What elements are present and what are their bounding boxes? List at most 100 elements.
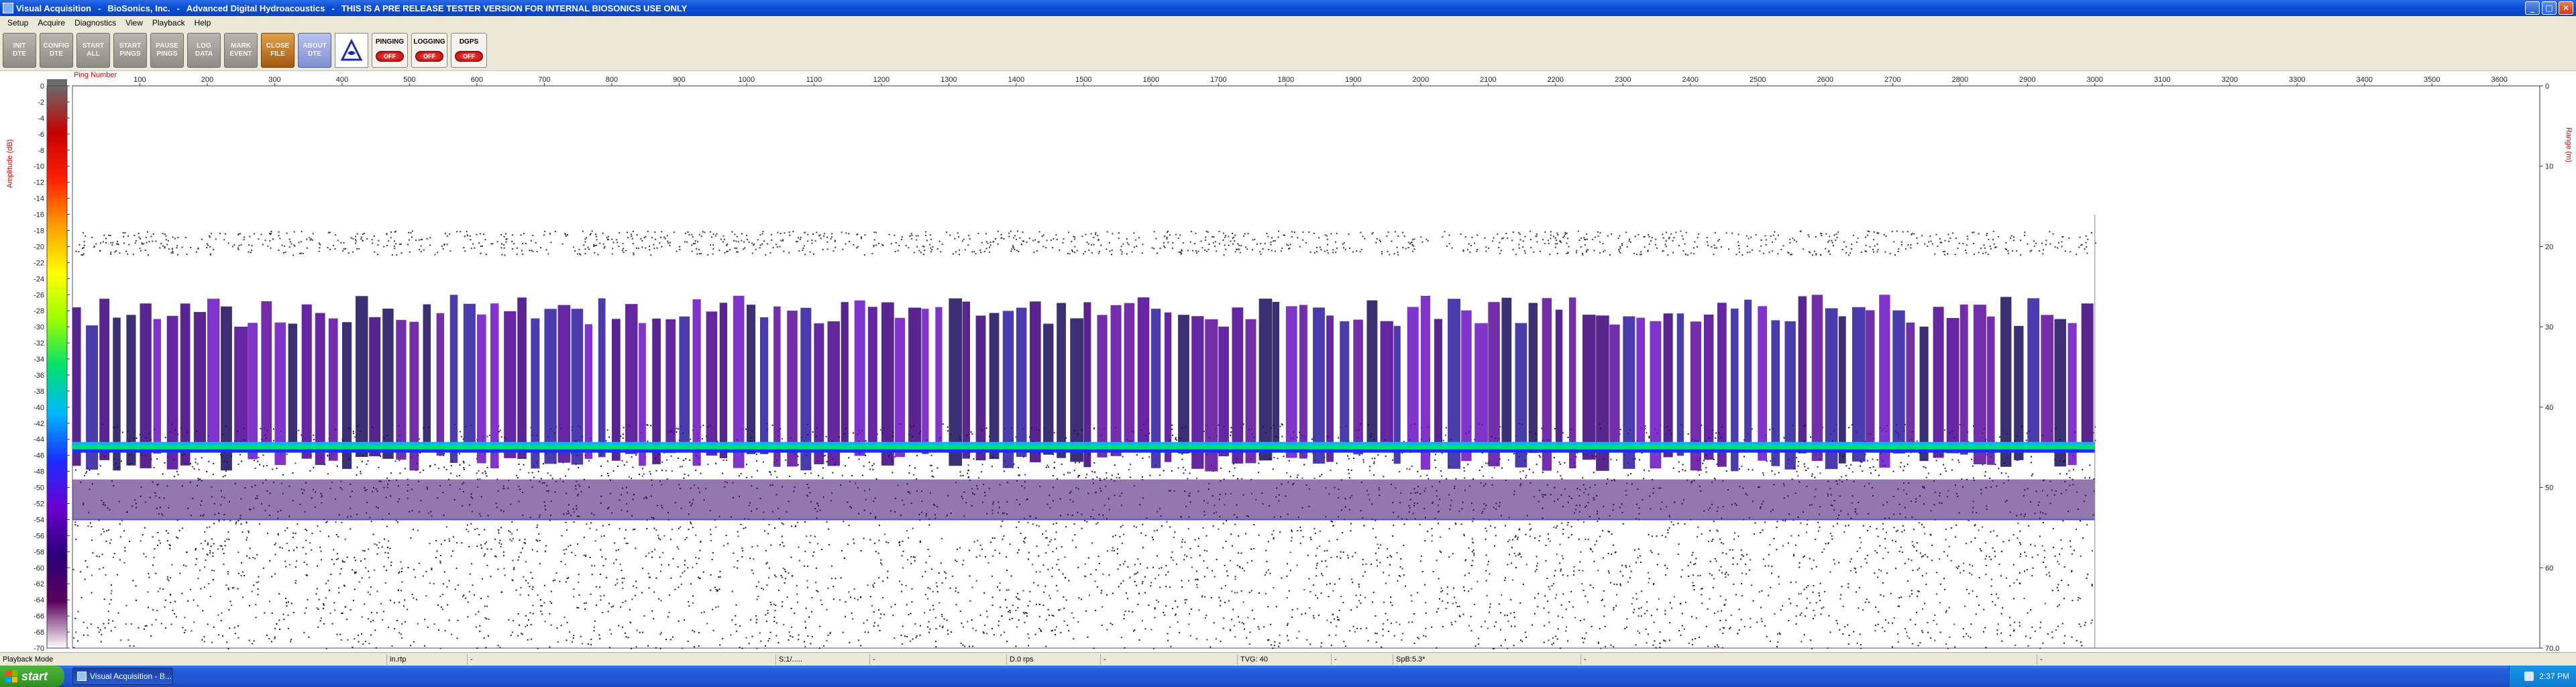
noise-speck	[957, 592, 959, 594]
start-pings-button[interactable]: START PINGS	[113, 32, 147, 68]
noise-speck	[1096, 586, 1098, 588]
noise-speck	[370, 521, 372, 523]
noise-speck	[1513, 552, 1515, 554]
log-data-button[interactable]: LOG DATA	[187, 32, 221, 68]
noise-speck	[287, 601, 289, 603]
noise-speck	[788, 476, 790, 478]
noise-speck	[1815, 566, 1817, 568]
noise-speck	[1701, 602, 1703, 604]
noise-speck	[1057, 559, 1059, 561]
noise-speck	[769, 472, 771, 474]
minimize-button[interactable]: _	[2525, 1, 2540, 15]
noise-speck	[77, 640, 79, 642]
noise-speck	[443, 466, 445, 468]
start-all-button[interactable]: START ALL	[76, 32, 110, 68]
echogram-plot[interactable]	[72, 85, 2540, 649]
noise-speck	[1017, 606, 1019, 609]
noise-speck	[1835, 620, 1837, 622]
noise-speck	[1557, 615, 1559, 617]
noise-speck	[1505, 577, 1507, 579]
noise-speck	[1316, 547, 1318, 549]
noise-speck	[1507, 647, 1509, 649]
menu-playback[interactable]: Playback	[148, 18, 190, 28]
noise-speck	[1762, 474, 1764, 476]
noise-speck	[936, 467, 938, 469]
noise-speck	[688, 605, 690, 607]
noise-speck	[1183, 472, 1185, 474]
noise-speck	[2057, 625, 2059, 627]
mark-event-button[interactable]: MARK EVENT	[224, 32, 258, 68]
maximize-button[interactable]: □	[2542, 1, 2557, 15]
noise-speck	[1842, 605, 1844, 607]
noise-speck	[120, 460, 122, 462]
noise-speck	[1733, 538, 1735, 540]
noise-speck	[1701, 533, 1703, 535]
noise-speck	[1016, 551, 1018, 553]
noise-speck	[1015, 609, 1017, 611]
color-scale-tick-label: -48	[34, 468, 44, 476]
config-dte-button[interactable]: CONFIG DTE	[40, 32, 73, 68]
noise-speck	[1269, 572, 1271, 574]
noise-speck	[1819, 600, 1821, 602]
menu-acquire[interactable]: Acquire	[33, 18, 70, 28]
noise-speck	[1529, 535, 1531, 537]
noise-speck	[1821, 551, 1823, 553]
noise-speck	[741, 556, 743, 558]
close-file-button[interactable]: CLOSE FILE	[261, 32, 294, 68]
close-button[interactable]: ✕	[2559, 1, 2573, 15]
noise-speck	[388, 540, 390, 542]
noise-speck	[912, 474, 914, 476]
noise-speck	[1573, 570, 1575, 572]
noise-speck	[486, 564, 488, 566]
noise-speck	[1402, 633, 1404, 635]
noise-speck	[1867, 529, 1869, 531]
echogram-chart[interactable]: 0-2-4-6-8-10-12-14-16-18-20-22-24-26-28-…	[0, 71, 2576, 652]
noise-speck	[991, 596, 994, 598]
noise-speck	[1509, 539, 1511, 541]
noise-speck	[404, 468, 406, 470]
menu-diagnostics[interactable]: Diagnostics	[70, 18, 121, 28]
noise-speck	[230, 604, 232, 606]
noise-speck	[578, 594, 580, 596]
noise-speck	[417, 529, 419, 531]
noise-speck	[555, 572, 557, 574]
menu-view[interactable]: View	[121, 18, 148, 28]
noise-speck	[767, 610, 769, 612]
noise-speck	[1321, 560, 1323, 562]
noise-speck	[1190, 557, 1192, 559]
noise-speck	[1951, 469, 1953, 471]
about-dte-button[interactable]: ABOUT DTE	[298, 32, 331, 68]
noise-speck	[1102, 573, 1104, 575]
noise-speck	[696, 563, 698, 565]
noise-speck	[1856, 550, 1858, 552]
noise-speck	[722, 472, 724, 474]
noise-speck	[700, 541, 702, 543]
noise-speck	[1574, 617, 1576, 619]
noise-speck	[1132, 611, 1134, 613]
noise-speck	[1514, 625, 1516, 627]
noise-speck	[962, 626, 964, 628]
noise-speck	[143, 628, 145, 630]
noise-speck	[819, 625, 821, 627]
noise-speck	[1191, 566, 1193, 568]
noise-speck	[1510, 613, 1512, 615]
pause-pings-button[interactable]: PAUSE PINGS	[150, 32, 184, 68]
menu-setup[interactable]: Setup	[3, 18, 33, 28]
noise-speck	[152, 564, 154, 566]
noise-speck	[1815, 602, 1817, 604]
noise-speck	[1752, 469, 1754, 471]
noise-speck	[1548, 538, 1550, 540]
noise-speck	[1479, 469, 1481, 471]
noise-speck	[1124, 611, 1126, 613]
noise-speck	[112, 620, 114, 622]
noise-speck	[386, 546, 388, 548]
noise-speck	[757, 545, 759, 547]
noise-speck	[2065, 473, 2068, 475]
noise-speck	[681, 466, 683, 468]
noise-speck	[1258, 592, 1260, 594]
noise-speck	[1714, 645, 1716, 647]
noise-speck	[1639, 632, 1641, 634]
init-dte-button[interactable]: INIT DTE	[3, 32, 36, 68]
noise-speck	[287, 614, 289, 616]
menu-help[interactable]: Help	[190, 18, 216, 28]
